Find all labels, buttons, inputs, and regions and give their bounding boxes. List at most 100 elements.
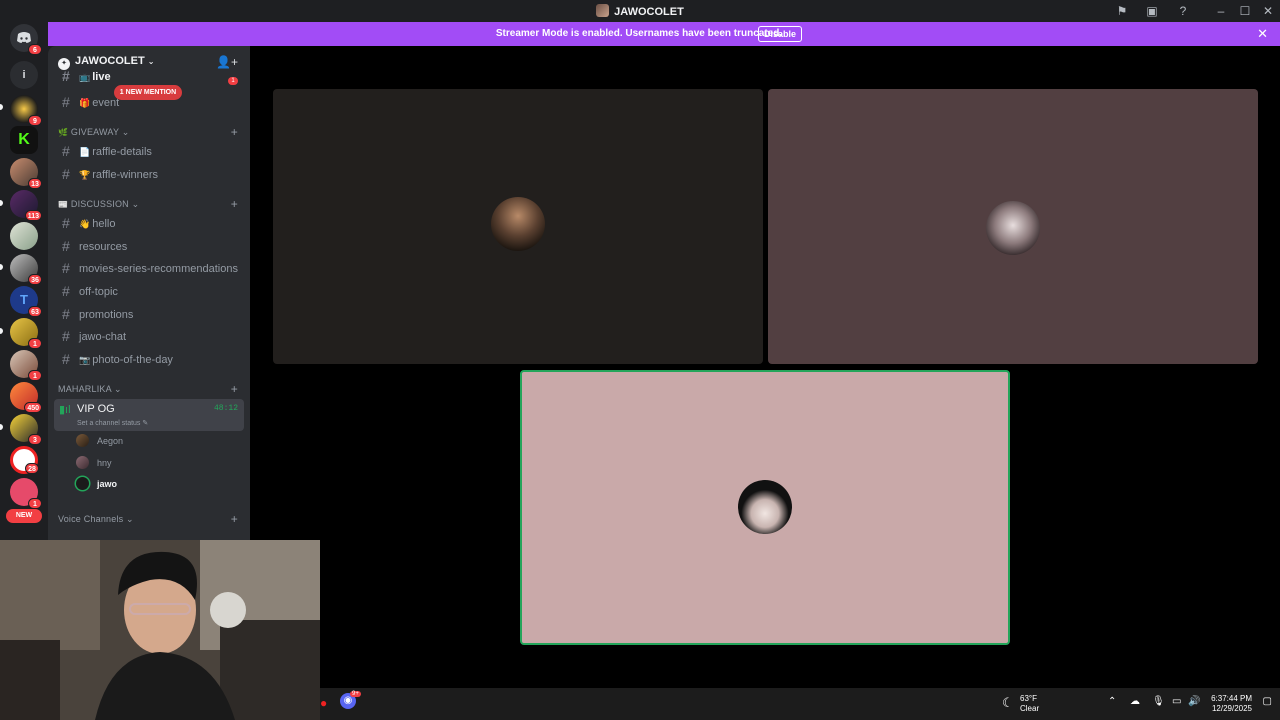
channel-raffle-details[interactable]: # 📄 raffle-details [56, 140, 244, 162]
add-channel-icon[interactable]: + [231, 197, 238, 211]
server-icon[interactable]: 113 [10, 190, 42, 221]
hash-icon: # [62, 68, 70, 84]
channel-label: hello [92, 218, 116, 230]
pencil-icon: ✎ [142, 420, 149, 427]
avatar [738, 480, 792, 534]
streamer-mode-banner: Streamer Mode is enabled. Usernames have… [48, 22, 1280, 46]
new-unreads-pill[interactable]: NEW [6, 509, 42, 523]
avatar [76, 456, 89, 469]
server-icon[interactable]: 1 [10, 478, 42, 509]
close-icon[interactable]: ✕ [1257, 26, 1268, 42]
voice-user-name: Aegon [97, 436, 124, 446]
server-badge: 28 [25, 463, 39, 474]
channel-label: photo-of-the-day [92, 354, 173, 366]
channel-movies[interactable]: # movies-series-recommendations [56, 257, 244, 279]
channel-promotions[interactable]: # promotions [56, 303, 244, 325]
window-title: JAWOCOLET [0, 4, 1280, 18]
server-icon[interactable]: 9 [10, 95, 42, 126]
participant-tile-speaking[interactable] [520, 370, 1010, 645]
gift-icon: 🎁 [79, 98, 91, 108]
window-title-text: JAWOCOLET [614, 6, 684, 18]
category-discussion[interactable]: 📰 DISCUSSION ⌄ + [58, 197, 238, 211]
voice-channel-vip-og[interactable]: ▮ıl VIP OG 48:12 Set a channel status ✎ [54, 399, 244, 431]
hash-icon: # [62, 351, 70, 367]
category-label: DISCUSSION [70, 199, 129, 209]
voice-user[interactable]: Aegon [76, 432, 123, 450]
mic-icon[interactable]: 🎙 [1152, 696, 1165, 707]
new-mention-pill[interactable]: 1 NEW MENTION [114, 85, 182, 100]
channel-off-topic[interactable]: # off-topic [56, 280, 244, 302]
server-icon[interactable] [10, 222, 38, 250]
channel-live[interactable]: # 📺 live [56, 69, 244, 83]
mention-badge: 1 [228, 77, 238, 85]
weather-widget[interactable]: 63°F Clear [1020, 694, 1039, 714]
participant-tile[interactable] [273, 89, 763, 364]
info-icon[interactable]: i [10, 61, 38, 89]
category-giveaway[interactable]: 🌿 GIVEAWAY ⌄ + [58, 125, 238, 139]
trophy-icon: 🏆 [79, 170, 91, 180]
category-maharlika[interactable]: MAHARLIKA ⌄ + [58, 382, 238, 396]
channel-hello[interactable]: # 👋 hello [56, 212, 244, 234]
channel-jawo-chat[interactable]: # jawo-chat [56, 325, 244, 347]
voice-user-speaking[interactable]: jawo [76, 475, 117, 493]
system-clock[interactable]: 6:37:44 PM 12/29/2025 [1211, 694, 1252, 714]
server-badge: 450 [24, 402, 42, 413]
server-icon[interactable]: 36 [10, 254, 42, 285]
channel-label: live [92, 71, 111, 83]
home-badge: 6 [28, 44, 42, 55]
hash-icon: # [62, 260, 70, 276]
maximize-button[interactable]: ☐ [1235, 2, 1255, 20]
server-icon[interactable]: 1 [10, 350, 42, 381]
home-button[interactable]: 6 [10, 24, 42, 55]
add-channel-icon[interactable]: + [231, 125, 238, 139]
add-channel-icon[interactable]: + [231, 382, 238, 396]
channel-raffle-winners[interactable]: # 🏆 raffle-winners [56, 163, 244, 185]
category-voice-channels[interactable]: Voice Channels ⌄ + [58, 512, 238, 526]
network-icon[interactable]: ▭ [1172, 696, 1181, 707]
chevron-up-icon[interactable]: ⌃ [1108, 696, 1116, 707]
unread-indicator [0, 264, 3, 270]
hash-icon: # [62, 283, 70, 299]
hash-icon: # [62, 328, 70, 344]
unread-indicator [0, 328, 3, 334]
channel-status-text: Set a channel status [77, 420, 141, 427]
server-icon[interactable]: 1 [10, 318, 42, 349]
notification-icon[interactable]: ▢ [1263, 696, 1272, 707]
cloud-icon[interactable]: ☁ [1130, 696, 1140, 707]
webcam-overlay [0, 540, 320, 720]
server-icon[interactable]: 28 [10, 446, 39, 474]
channel-label: resources [79, 241, 128, 253]
voice-user[interactable]: hny [76, 454, 112, 472]
disable-streamer-mode-button[interactable]: Disable [758, 26, 802, 42]
title-bar: JAWOCOLET ⚑ ▣ ? – ☐ ✕ [0, 0, 1280, 22]
unread-indicator [0, 200, 3, 206]
close-window-button[interactable]: ✕ [1258, 2, 1278, 20]
server-badge: 63 [28, 306, 42, 317]
kick-server-icon[interactable]: K [10, 126, 38, 154]
channel-label: promotions [79, 309, 134, 321]
server-icon[interactable]: 3 [10, 414, 42, 445]
volume-icon[interactable]: 🔊 [1188, 696, 1200, 707]
channel-photo-of-the-day[interactable]: # 📷 photo-of-the-day [56, 348, 244, 370]
participant-tile[interactable] [768, 89, 1258, 364]
server-icon[interactable]: 13 [10, 158, 42, 189]
flag-icon[interactable]: ⚑ [1114, 3, 1130, 19]
channel-status[interactable]: Set a channel status ✎ [77, 419, 148, 427]
channel-resources[interactable]: # resources [56, 235, 244, 257]
server-badge: 1 [28, 338, 42, 349]
server-badge: 13 [28, 178, 42, 189]
voice-user-name: jawo [97, 479, 118, 489]
invite-people-icon[interactable]: 👤+ [216, 55, 238, 69]
app-icon[interactable]: ● [320, 696, 327, 710]
hash-icon: # [62, 94, 70, 110]
hash-icon: # [62, 306, 70, 322]
add-channel-icon[interactable]: + [231, 512, 238, 526]
avatar [76, 477, 89, 490]
minimize-button[interactable]: – [1211, 2, 1231, 20]
help-icon[interactable]: ? [1175, 3, 1191, 19]
channel-label: raffle-winners [92, 169, 159, 181]
inbox-icon[interactable]: ▣ [1144, 3, 1160, 19]
server-icon[interactable]: T 63 [10, 286, 42, 317]
server-icon[interactable]: 450 [10, 382, 42, 413]
chevron-down-icon: ⌄ [147, 57, 155, 66]
